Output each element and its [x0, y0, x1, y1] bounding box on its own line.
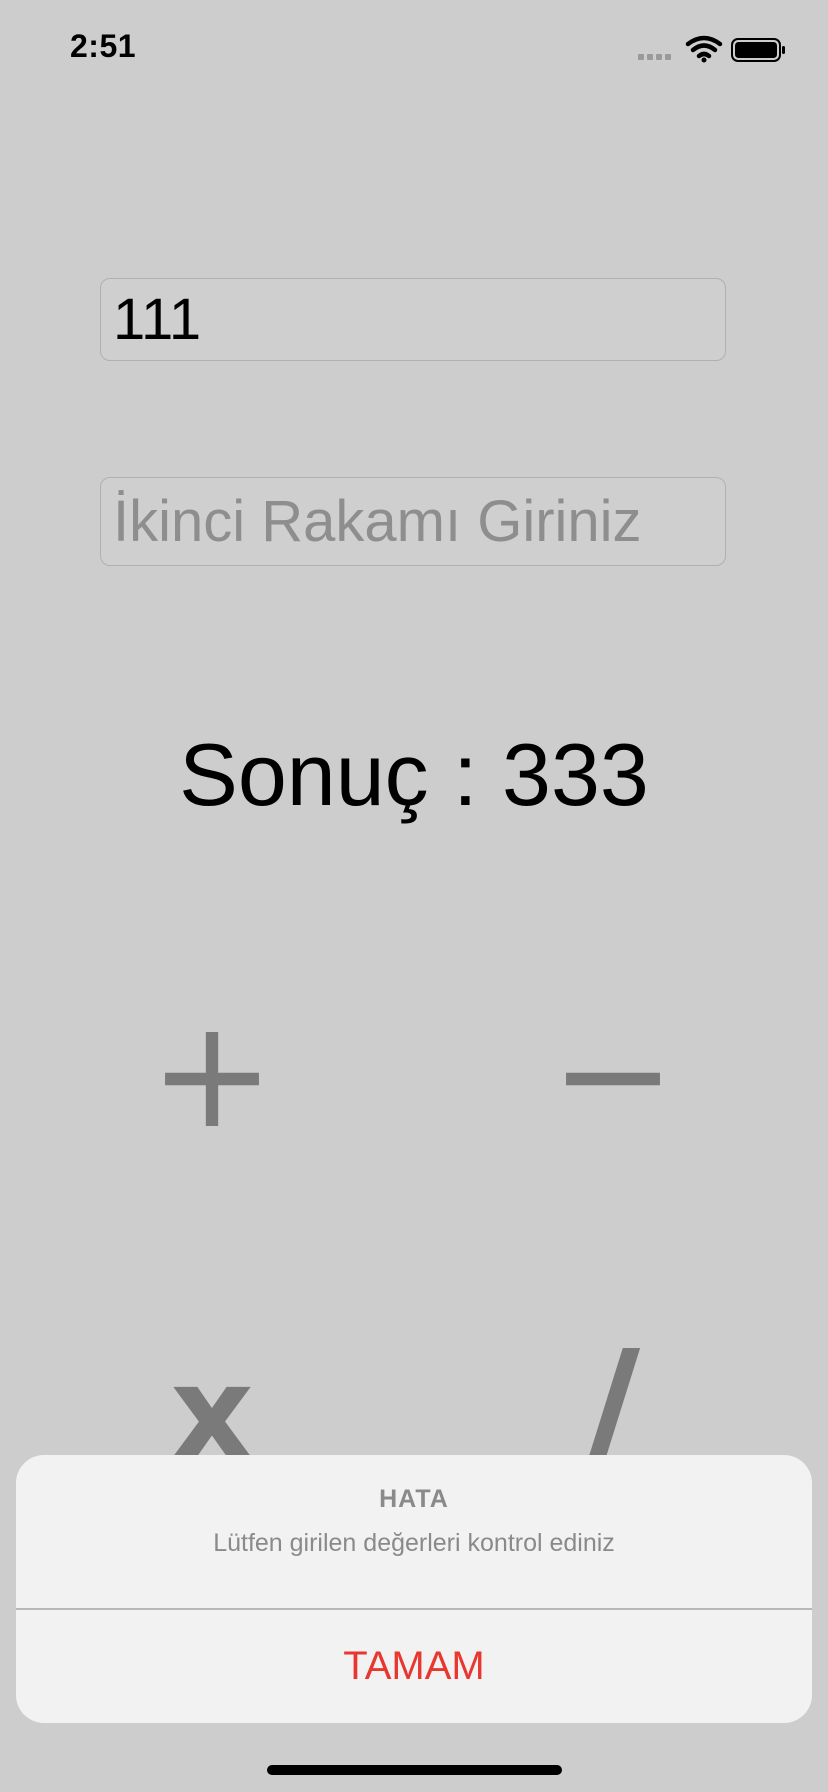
error-alert: HATA Lütfen girilen değerleri kontrol ed… — [16, 1455, 812, 1723]
home-indicator[interactable] — [267, 1765, 562, 1775]
alert-title: HATA — [379, 1485, 449, 1513]
ok-button[interactable]: TAMAM — [16, 1609, 812, 1723]
alert-message: Lütfen girilen değerleri kontrol ediniz — [213, 1529, 615, 1557]
